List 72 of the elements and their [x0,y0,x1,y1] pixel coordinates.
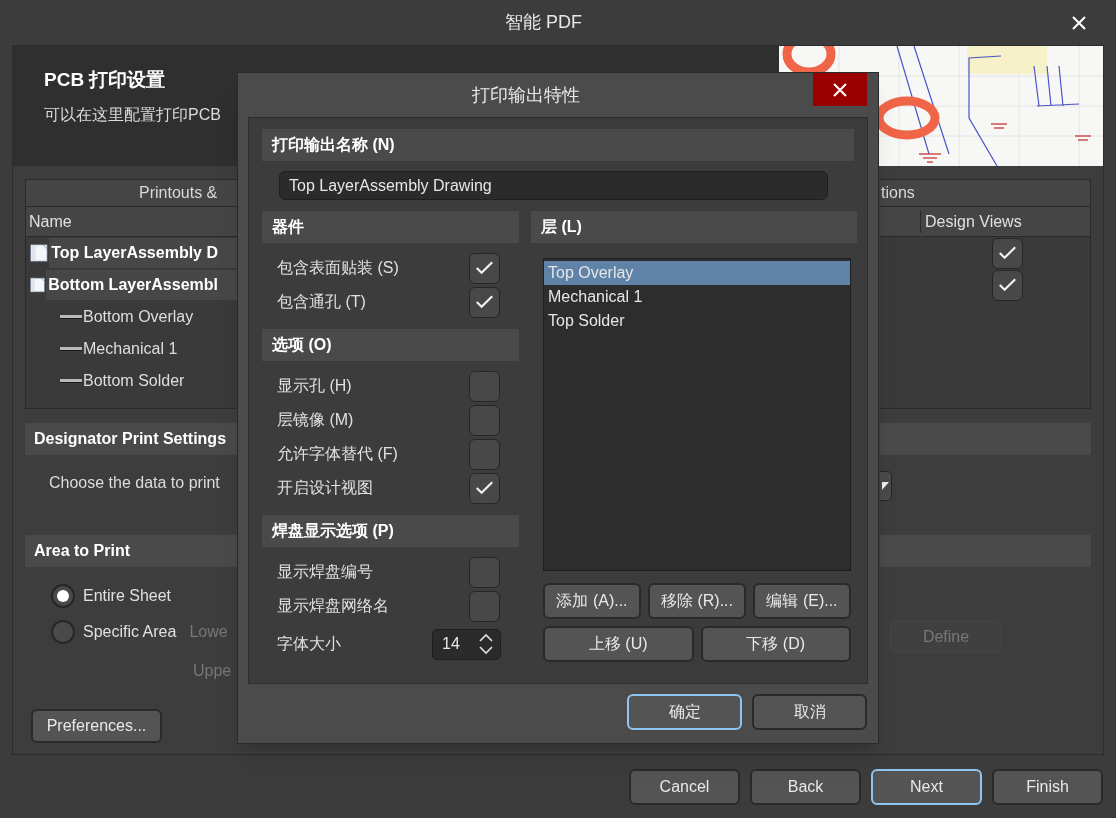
section-header: 焊盘显示选项 (P) [272,521,394,541]
line-icon [60,379,82,383]
group-header: tions [881,183,915,203]
button[interactable]: Finish [992,769,1103,805]
checkbox[interactable] [469,370,500,402]
radio-label: Specific Area [83,622,177,642]
dialog-title: 打印输出特性 [471,83,580,107]
tree-item[interactable]: Top LayerAssembly D [49,238,238,268]
field-label: Uppe [193,661,232,681]
tree-item[interactable]: Bottom Solder [83,369,185,393]
preferences-button[interactable]: Preferences... [31,709,162,743]
button[interactable]: 编辑 (E)... [753,583,851,619]
list-item[interactable]: Top Solder [544,309,850,333]
radio-button[interactable] [51,584,75,608]
close-button[interactable] [813,73,867,106]
up-down-icon [478,633,494,655]
spin-box[interactable]: 14 [432,628,501,660]
checkbox[interactable] [469,590,500,622]
prompt-text: Choose the data to print [49,473,220,493]
tree-item[interactable]: Mechanical 1 [83,337,178,361]
option-label: 显示焊盘编号 [277,562,374,582]
page-title: PCB 打印设置 [44,68,166,92]
close-icon [1071,14,1087,31]
button[interactable]: Next [871,769,982,805]
list-item[interactable]: Top Overlay [544,261,850,285]
option-label: 字体大小 [277,634,342,654]
page-subtitle: 可以在这里配置打印PCB [44,104,221,125]
button[interactable]: 上移 (U) [543,626,694,662]
tree-item[interactable]: Bottom LayerAssembl [46,270,238,300]
close-icon [832,81,848,98]
section-header: Designator Print Settings [34,429,227,449]
line-icon [60,315,82,319]
button[interactable]: Cancel [629,769,740,805]
button[interactable]: Back [750,769,861,805]
button[interactable]: 添加 (A)... [543,583,641,619]
dropdown[interactable] [880,471,892,501]
section-header: 选项 (O) [272,335,332,355]
option-label: 显示焊盘网络名 [277,596,390,616]
checkbox[interactable] [992,269,1023,301]
button[interactable]: 确定 [627,694,742,730]
option-label: 允许字体替代 (F) [277,444,399,464]
button[interactable]: 下移 (D) [700,626,851,662]
tree-item[interactable]: Bottom Overlay [83,305,194,329]
section-header: 打印输出名称 (N) [272,135,395,155]
field-label: Lowe [189,622,228,642]
radio-label: Entire Sheet [83,586,172,606]
checkbox[interactable] [992,237,1023,269]
option-label: 层镜像 (M) [277,410,355,430]
caret-icon [882,482,889,490]
option-label: 显示孔 (H) [277,376,353,396]
name-field[interactable]: Top LayerAssembly Drawing [279,171,828,200]
radio-button[interactable] [51,620,75,644]
window-title: 智能 PDF [505,11,582,34]
section-header: Area to Print [34,541,130,561]
list-item[interactable]: Mechanical 1 [544,285,850,309]
option-label: 包含通孔 (T) [277,292,367,312]
checkbox[interactable] [469,472,500,504]
option-label: 包含表面贴装 (S) [277,258,400,278]
checkbox[interactable] [469,286,500,318]
group-header: Printouts & [139,183,218,203]
section-header: 器件 [272,217,304,237]
button[interactable]: 取消 [752,694,867,730]
column-header: Design Views [924,211,1022,232]
column-header: Name [29,211,72,232]
button[interactable]: 移除 (R)... [648,583,746,619]
section-header: 层 (L) [541,217,582,237]
checkbox[interactable] [469,252,500,284]
checkbox[interactable] [469,438,500,470]
option-label: 开启设计视图 [277,478,374,498]
checkbox[interactable] [469,404,500,436]
line-icon [60,347,82,351]
checkbox[interactable] [469,556,500,588]
